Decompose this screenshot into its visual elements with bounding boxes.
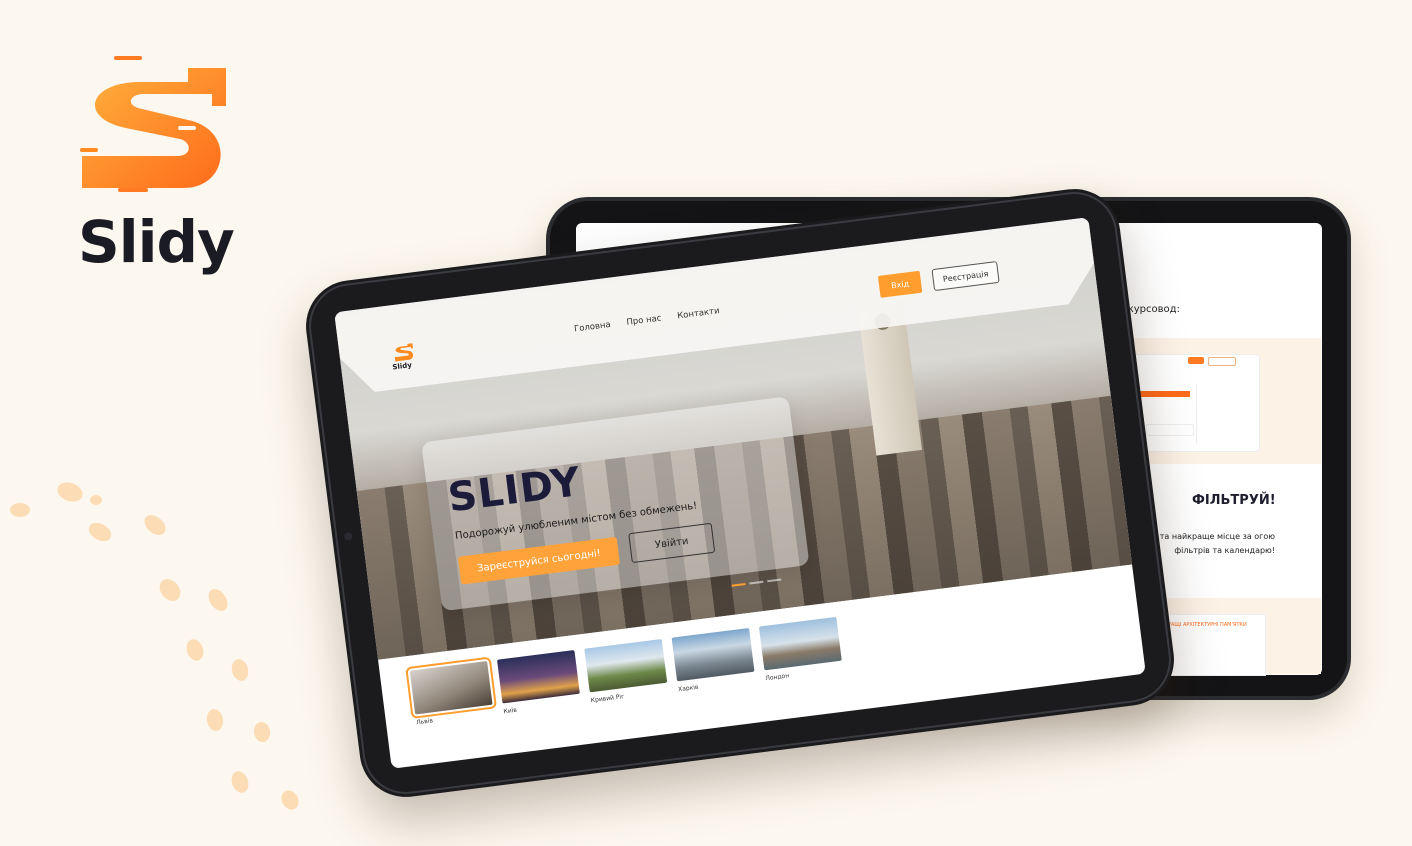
back-mini-divider	[1196, 384, 1197, 444]
city-thumb-london[interactable]: Лондон	[758, 616, 843, 682]
header-logo-icon[interactable]	[392, 339, 415, 363]
city-thumb-kryvyi-rih[interactable]: Кривий Ріг	[584, 638, 668, 704]
footprints-decoration	[10, 482, 299, 810]
city-thumb-image	[405, 656, 497, 720]
signup-button[interactable]: Зареєструйся сьогодні!	[457, 536, 621, 585]
nav-item-contacts[interactable]: Контакти	[677, 306, 720, 321]
back-mini-login-button[interactable]	[1188, 357, 1204, 364]
back-card-title: РАЩІ АРХІТЕКТУРНІ ПАМ'ЯТКИ	[1168, 622, 1247, 628]
city-thumb-kharkiv[interactable]: Харків	[671, 627, 756, 693]
city-thumb-image	[584, 638, 668, 693]
main-nav: Головна Про нас Контакти	[574, 306, 721, 334]
front-tablet-screen: Slidy Головна Про нас Контакти Вхід Реєс…	[334, 217, 1146, 769]
register-button[interactable]: Реєстрація	[931, 261, 999, 291]
back-filter-title: ФІЛЬТРУЙ!	[1192, 493, 1276, 508]
brand-name: Slidy	[78, 208, 235, 276]
nav-item-home[interactable]: Головна	[574, 320, 612, 335]
nav-item-about[interactable]: Про нас	[626, 314, 662, 328]
login-button[interactable]: Вхід	[878, 271, 922, 298]
hero-title: SLIDY	[445, 459, 584, 522]
city-thumb-image	[758, 616, 842, 671]
back-mini-register-button[interactable]	[1208, 357, 1236, 366]
back-mini-field[interactable]	[1146, 424, 1194, 436]
brand-logo-icon	[80, 56, 226, 192]
city-thumb-lviv[interactable]: Львів	[405, 656, 497, 726]
city-thumb-image	[671, 627, 755, 682]
front-tablet: Slidy Головна Про нас Контакти Вхід Реєс…	[300, 183, 1180, 803]
city-thumb-image	[496, 649, 580, 704]
enter-button[interactable]: Увійти	[628, 522, 716, 564]
header-logo-text: Slidy	[392, 361, 413, 372]
city-thumb-kyiv[interactable]: Київ	[496, 649, 581, 715]
